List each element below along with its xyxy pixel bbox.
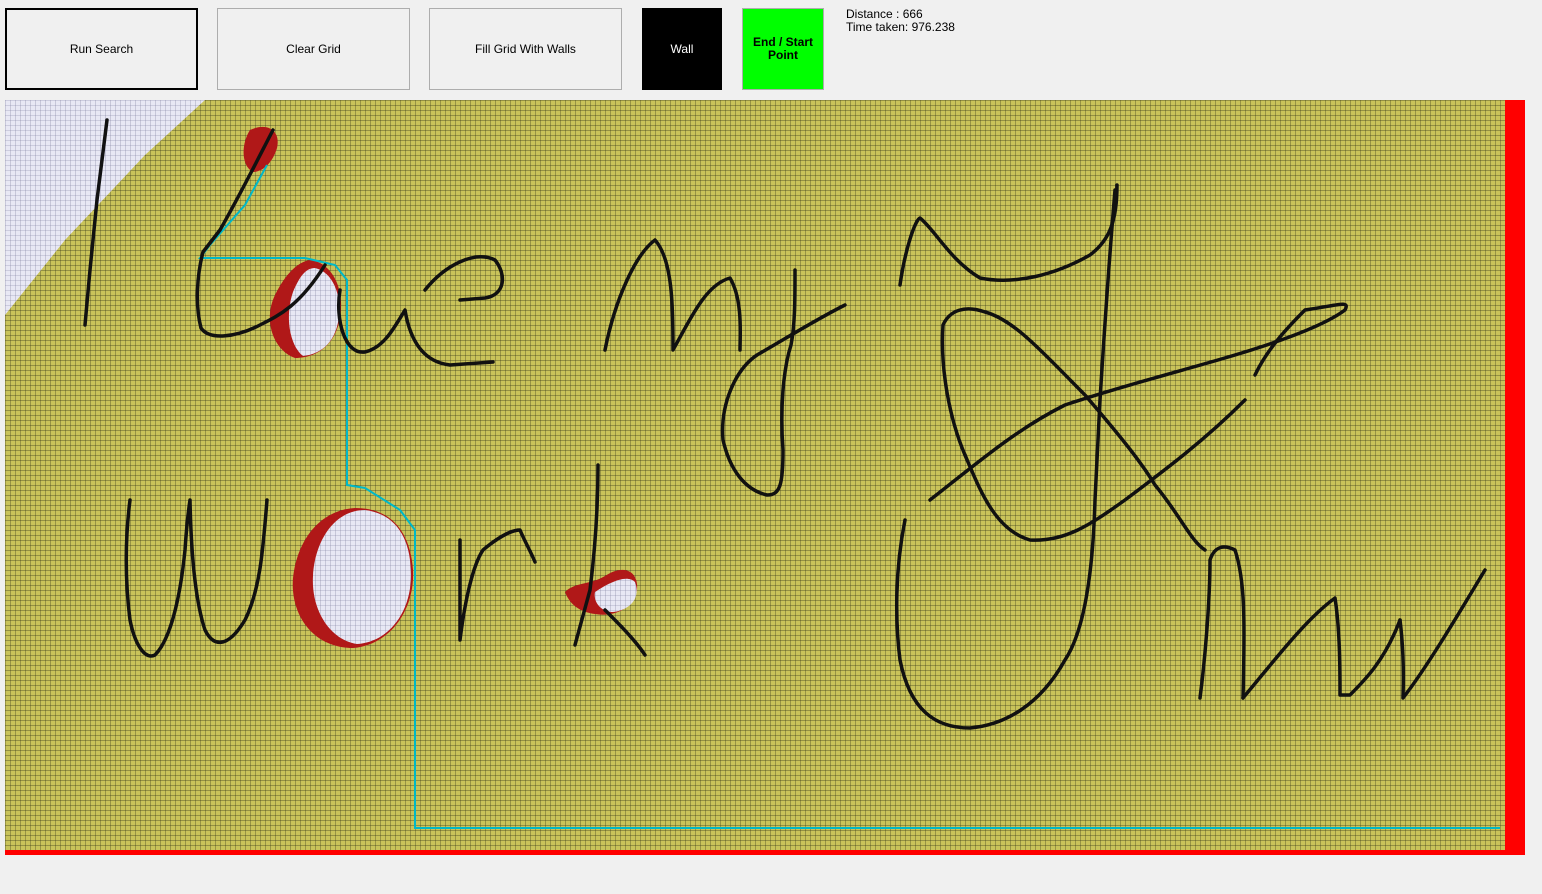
wall-mode-button[interactable]: Wall [642, 8, 722, 90]
end-start-point-button[interactable]: End / Start Point [742, 8, 824, 90]
grid-canvas[interactable] [5, 100, 1525, 860]
run-search-button[interactable]: Run Search [5, 8, 198, 90]
time-taken-readout: Time taken: 976.238 [846, 20, 955, 34]
clear-grid-button[interactable]: Clear Grid [217, 8, 410, 90]
fill-grid-with-walls-button[interactable]: Fill Grid With Walls [429, 8, 622, 90]
grid-border-right [1505, 100, 1525, 855]
pathfinding-grid[interactable] [5, 100, 1525, 860]
